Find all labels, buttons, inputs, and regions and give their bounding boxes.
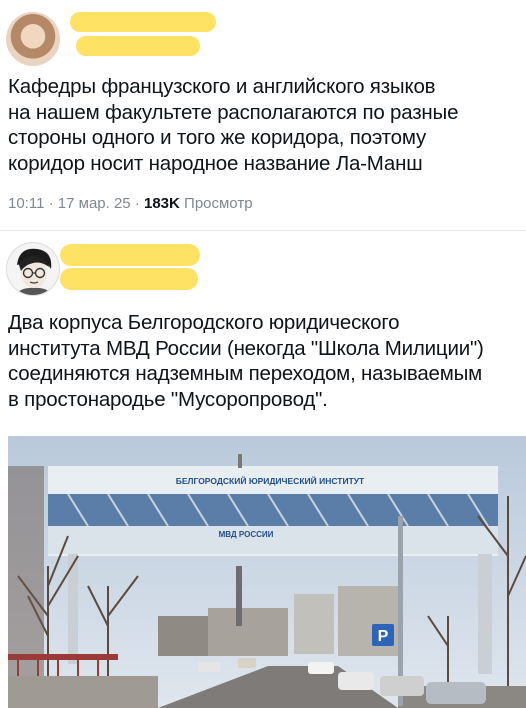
views-label: Просмотр [184, 195, 253, 212]
bridge-sign-sub: МВД РОССИИ [219, 530, 274, 539]
parking-sign: P [378, 628, 389, 645]
post-text: Кафедры французского и английского языко… [8, 75, 459, 175]
cartoon-avatar-icon [16, 248, 52, 295]
post-1: Кафедры французского и английского языко… [0, 0, 526, 232]
avatar[interactable] [6, 242, 60, 296]
views-count: 183K [144, 195, 180, 212]
avatar[interactable] [6, 12, 60, 66]
redacted-display-name [60, 244, 200, 266]
redacted-username [76, 36, 200, 56]
bridge-sign-main: БЕЛГОРОДСКИЙ ЮРИДИЧЕСКИЙ ИНСТИТУТ [176, 475, 365, 486]
post-divider [0, 230, 526, 231]
post-time[interactable]: 10:11 [8, 195, 44, 212]
meta-separator: · [48, 195, 58, 212]
bridge-photo: БЕЛГОРОДСКИЙ ЮРИДИЧЕСКИЙ ИНСТИТУТ МВД РО… [8, 436, 526, 708]
post-date[interactable]: 17 мар. 25 [58, 195, 131, 212]
post-text: Два корпуса Белгородского юридического и… [8, 311, 484, 411]
post-photo[interactable]: БЕЛГОРОДСКИЙ ЮРИДИЧЕСКИЙ ИНСТИТУТ МВД РО… [8, 436, 526, 708]
meta-separator: · [134, 195, 144, 212]
redacted-username [60, 268, 198, 290]
redacted-display-name [70, 12, 216, 32]
post-meta: 10:11 · 17 мар. 25 · 183K Просмотр [8, 195, 253, 212]
